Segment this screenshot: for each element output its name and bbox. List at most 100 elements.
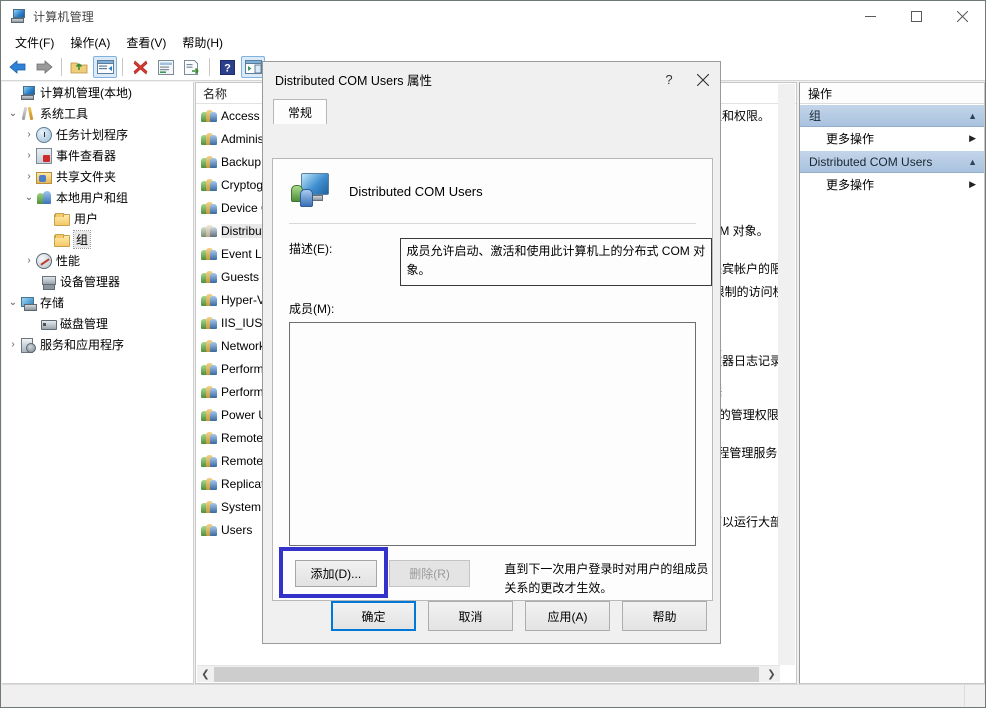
tree-item-users[interactable]: 用户 — [2, 208, 193, 229]
members-listbox[interactable] — [289, 322, 696, 546]
back-arrow-icon[interactable] — [6, 56, 30, 78]
actions-pane: 操作 组 ▲ 更多操作 ▶ Distributed COM Users ▲ 更多… — [799, 82, 985, 684]
tree-item-services-and-applications[interactable]: › 服务和应用程序 — [2, 334, 193, 355]
tree-item-local-users-and-groups[interactable]: ⌄ 本地用户和组 — [2, 187, 193, 208]
group-icon — [201, 269, 217, 285]
list-vertical-scrollbar[interactable] — [778, 84, 795, 665]
menu-view[interactable]: 查看(V) — [118, 31, 174, 54]
tree-item-task-scheduler[interactable]: › 任务计划程序 — [2, 124, 193, 145]
group-icon — [201, 407, 217, 423]
svg-text:?: ? — [224, 62, 231, 74]
list-item-name: Users — [221, 522, 253, 537]
computer-management-window: 计算机管理 文件(F) 操作(A) 查看(V) 帮助(H) ? 计算机管理(本地… — [0, 0, 986, 708]
add-button[interactable]: 添加(D)... — [295, 560, 377, 587]
action-group-header-groups[interactable]: 组 ▲ — [800, 104, 984, 127]
action-group-header-distributed-com-users[interactable]: Distributed COM Users ▲ — [800, 150, 984, 173]
action-group-label: 组 — [809, 109, 822, 123]
folder-icon — [54, 212, 70, 226]
chevron-down-icon[interactable]: ⌄ — [22, 192, 36, 203]
chevron-down-icon[interactable]: ⌄ — [6, 108, 20, 119]
scroll-left-icon[interactable]: ❮ — [197, 666, 214, 683]
help-button[interactable]: 帮助 — [622, 601, 707, 631]
window-titlebar: 计算机管理 — [1, 1, 985, 31]
menu-help[interactable]: 帮助(H) — [174, 31, 231, 54]
tree-item-label: 用户 — [74, 212, 99, 226]
group-icon — [201, 453, 217, 469]
window-title: 计算机管理 — [33, 9, 95, 24]
console-tree-pane: 计算机管理(本地) ⌄ 系统工具 › 任务计划程序 › 事件查看器 › 共享文件… — [2, 82, 194, 684]
maximize-button[interactable] — [893, 1, 939, 31]
chevron-right-icon[interactable]: › — [22, 171, 36, 182]
tree-item-label: 存储 — [40, 296, 65, 310]
chevron-up-icon[interactable]: ▲ — [968, 157, 977, 167]
minimize-button[interactable] — [847, 1, 893, 31]
task-scheduler-icon — [36, 126, 52, 143]
cancel-button[interactable]: 取消 — [428, 601, 513, 631]
chevron-right-icon[interactable]: › — [22, 255, 36, 266]
tree-item-system-tools[interactable]: ⌄ 系统工具 — [2, 103, 193, 124]
tree-item-performance[interactable]: › 性能 — [2, 250, 193, 271]
system-tools-icon — [20, 106, 36, 122]
computer-icon — [20, 85, 36, 101]
group-name: Distributed COM Users — [349, 183, 483, 199]
tree-item-label: 任务计划程序 — [56, 128, 129, 142]
group-icon — [201, 292, 217, 308]
tree-item-disk-management[interactable]: 磁盘管理 — [2, 313, 193, 334]
menubar: 文件(F) 操作(A) 查看(V) 帮助(H) — [1, 31, 985, 54]
tree-item-groups[interactable]: 组 — [2, 229, 193, 250]
tree-item-event-viewer[interactable]: › 事件查看器 — [2, 145, 193, 166]
chevron-down-icon[interactable]: ⌄ — [6, 297, 20, 308]
tree-item-device-manager[interactable]: 设备管理器 — [2, 271, 193, 292]
group-icon — [201, 522, 217, 538]
dialog-help-icon[interactable]: ? — [652, 63, 686, 97]
group-icon — [201, 200, 217, 216]
group-properties-dialog: Distributed COM Users 属性 ? 常规 Distribute… — [262, 61, 721, 644]
members-label: 成员(M): — [289, 302, 335, 316]
tree-item-label: 磁盘管理 — [60, 317, 109, 331]
help-icon[interactable]: ? — [215, 56, 239, 78]
chevron-up-icon[interactable]: ▲ — [968, 111, 977, 121]
delete-icon[interactable] — [128, 56, 152, 78]
actions-pane-title: 操作 — [800, 83, 984, 104]
tree-item-computer-management[interactable]: 计算机管理(本地) — [2, 82, 193, 103]
folder-icon — [54, 233, 70, 247]
chevron-right-icon[interactable]: › — [6, 339, 20, 350]
remove-button: 删除(R) — [388, 560, 471, 587]
tree-item-shared-folders[interactable]: › 共享文件夹 — [2, 166, 193, 187]
description-input[interactable]: 成员允许启动、激活和使用此计算机上的分布式 COM 对象。 — [400, 238, 712, 286]
group-icon — [201, 315, 217, 331]
group-icon — [201, 223, 217, 239]
chevron-right-icon[interactable]: › — [22, 150, 36, 161]
menu-file[interactable]: 文件(F) — [7, 31, 62, 54]
tree-item-label: 本地用户和组 — [56, 191, 129, 205]
dialog-footer: 确定 取消 应用(A) 帮助 — [272, 597, 713, 635]
list-horizontal-scrollbar[interactable]: ❮ ❯ — [197, 665, 780, 682]
apply-button[interactable]: 应用(A) — [525, 601, 610, 631]
dialog-close-icon[interactable] — [686, 63, 720, 97]
scroll-right-icon[interactable]: ❯ — [763, 666, 780, 683]
tab-general[interactable]: 常规 — [273, 99, 328, 124]
chevron-right-icon[interactable]: › — [22, 129, 36, 140]
properties-icon[interactable] — [154, 56, 178, 78]
group-icon — [201, 384, 217, 400]
up-folder-icon[interactable] — [67, 56, 91, 78]
tree-item-label: 性能 — [56, 254, 81, 268]
action-item-more-actions-groups[interactable]: 更多操作 ▶ — [800, 127, 984, 150]
action-item-more-actions-dcom[interactable]: 更多操作 ▶ — [800, 173, 984, 196]
statusbar — [2, 684, 985, 706]
tree-item-storage[interactable]: ⌄ 存储 — [2, 292, 193, 313]
scrollbar-thumb[interactable] — [214, 666, 759, 682]
group-icon — [201, 430, 217, 446]
forward-arrow-icon[interactable] — [32, 56, 56, 78]
action-item-label: 更多操作 — [826, 132, 875, 146]
column-name[interactable]: 名称 — [196, 85, 227, 102]
action-item-label: 更多操作 — [826, 178, 875, 192]
resize-grip[interactable] — [964, 685, 985, 706]
export-list-icon[interactable] — [180, 56, 204, 78]
ok-button[interactable]: 确定 — [331, 601, 416, 631]
tree-item-label: 计算机管理(本地) — [40, 86, 132, 100]
menu-action[interactable]: 操作(A) — [62, 31, 118, 54]
show-hide-tree-icon[interactable] — [93, 56, 117, 78]
window-controls — [847, 1, 985, 31]
close-button[interactable] — [939, 1, 985, 31]
